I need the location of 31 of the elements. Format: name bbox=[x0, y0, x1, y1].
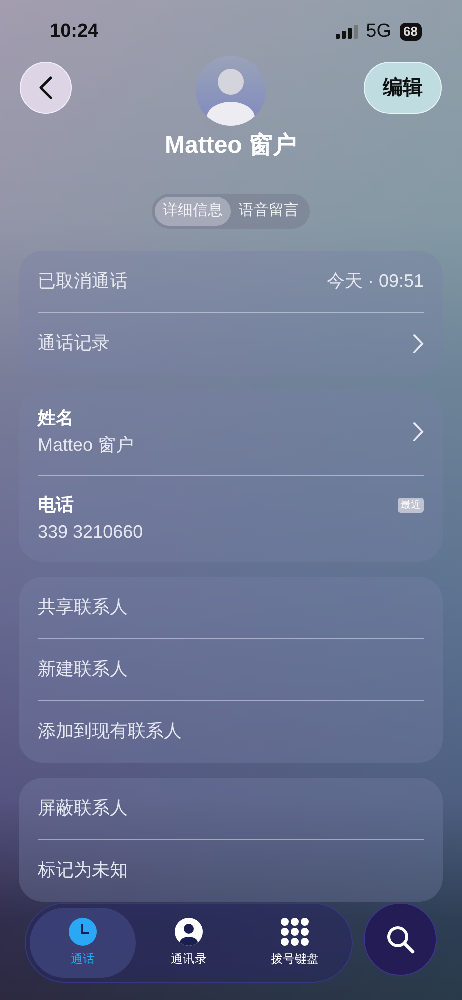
action-item[interactable]: 共享联系人 bbox=[38, 594, 128, 620]
tab-item[interactable]: 通讯录 bbox=[136, 908, 242, 978]
call-status: 已取消通话 bbox=[38, 270, 128, 292]
field-value[interactable]: Matteo 窗户 bbox=[38, 432, 134, 459]
field-label: 电话 bbox=[38, 494, 75, 516]
keypad-icon bbox=[280, 918, 310, 946]
person-icon bbox=[175, 918, 203, 946]
action-item[interactable]: 屏蔽联系人 bbox=[38, 794, 128, 822]
search-icon bbox=[386, 924, 416, 954]
action-item[interactable]: 添加到现有联系人 bbox=[38, 718, 182, 745]
list-item[interactable]: 通话记录 bbox=[38, 330, 110, 357]
contact-name: Matteo 窗户 bbox=[164, 131, 298, 161]
battery-icon: 68 bbox=[400, 23, 422, 42]
call-time: 今天 · 09:51 bbox=[326, 270, 424, 292]
tab-item[interactable]: 拨号键盘 bbox=[242, 908, 348, 978]
action-item[interactable]: 标记为未知 bbox=[38, 857, 128, 884]
action-item[interactable]: 新建联系人 bbox=[38, 656, 128, 682]
status-time: 10:24 bbox=[50, 20, 99, 44]
back-icon bbox=[39, 76, 53, 100]
field-label: 姓名 bbox=[38, 407, 75, 430]
clock-icon bbox=[69, 918, 97, 946]
avatar-icon bbox=[196, 56, 266, 126]
signal-icon bbox=[336, 25, 358, 40]
tab-item[interactable]: 通话 bbox=[30, 908, 136, 978]
segment-tab[interactable]: 详细信息 bbox=[155, 197, 231, 226]
network-label: 5G bbox=[366, 20, 392, 44]
edit-button[interactable]: 编辑 bbox=[364, 62, 442, 114]
segment-tab[interactable]: 语音留言 bbox=[231, 197, 307, 226]
recent-tag: 最近 bbox=[398, 498, 424, 512]
field-value[interactable]: 339 3210660 bbox=[38, 518, 144, 546]
back-button[interactable] bbox=[20, 62, 72, 114]
